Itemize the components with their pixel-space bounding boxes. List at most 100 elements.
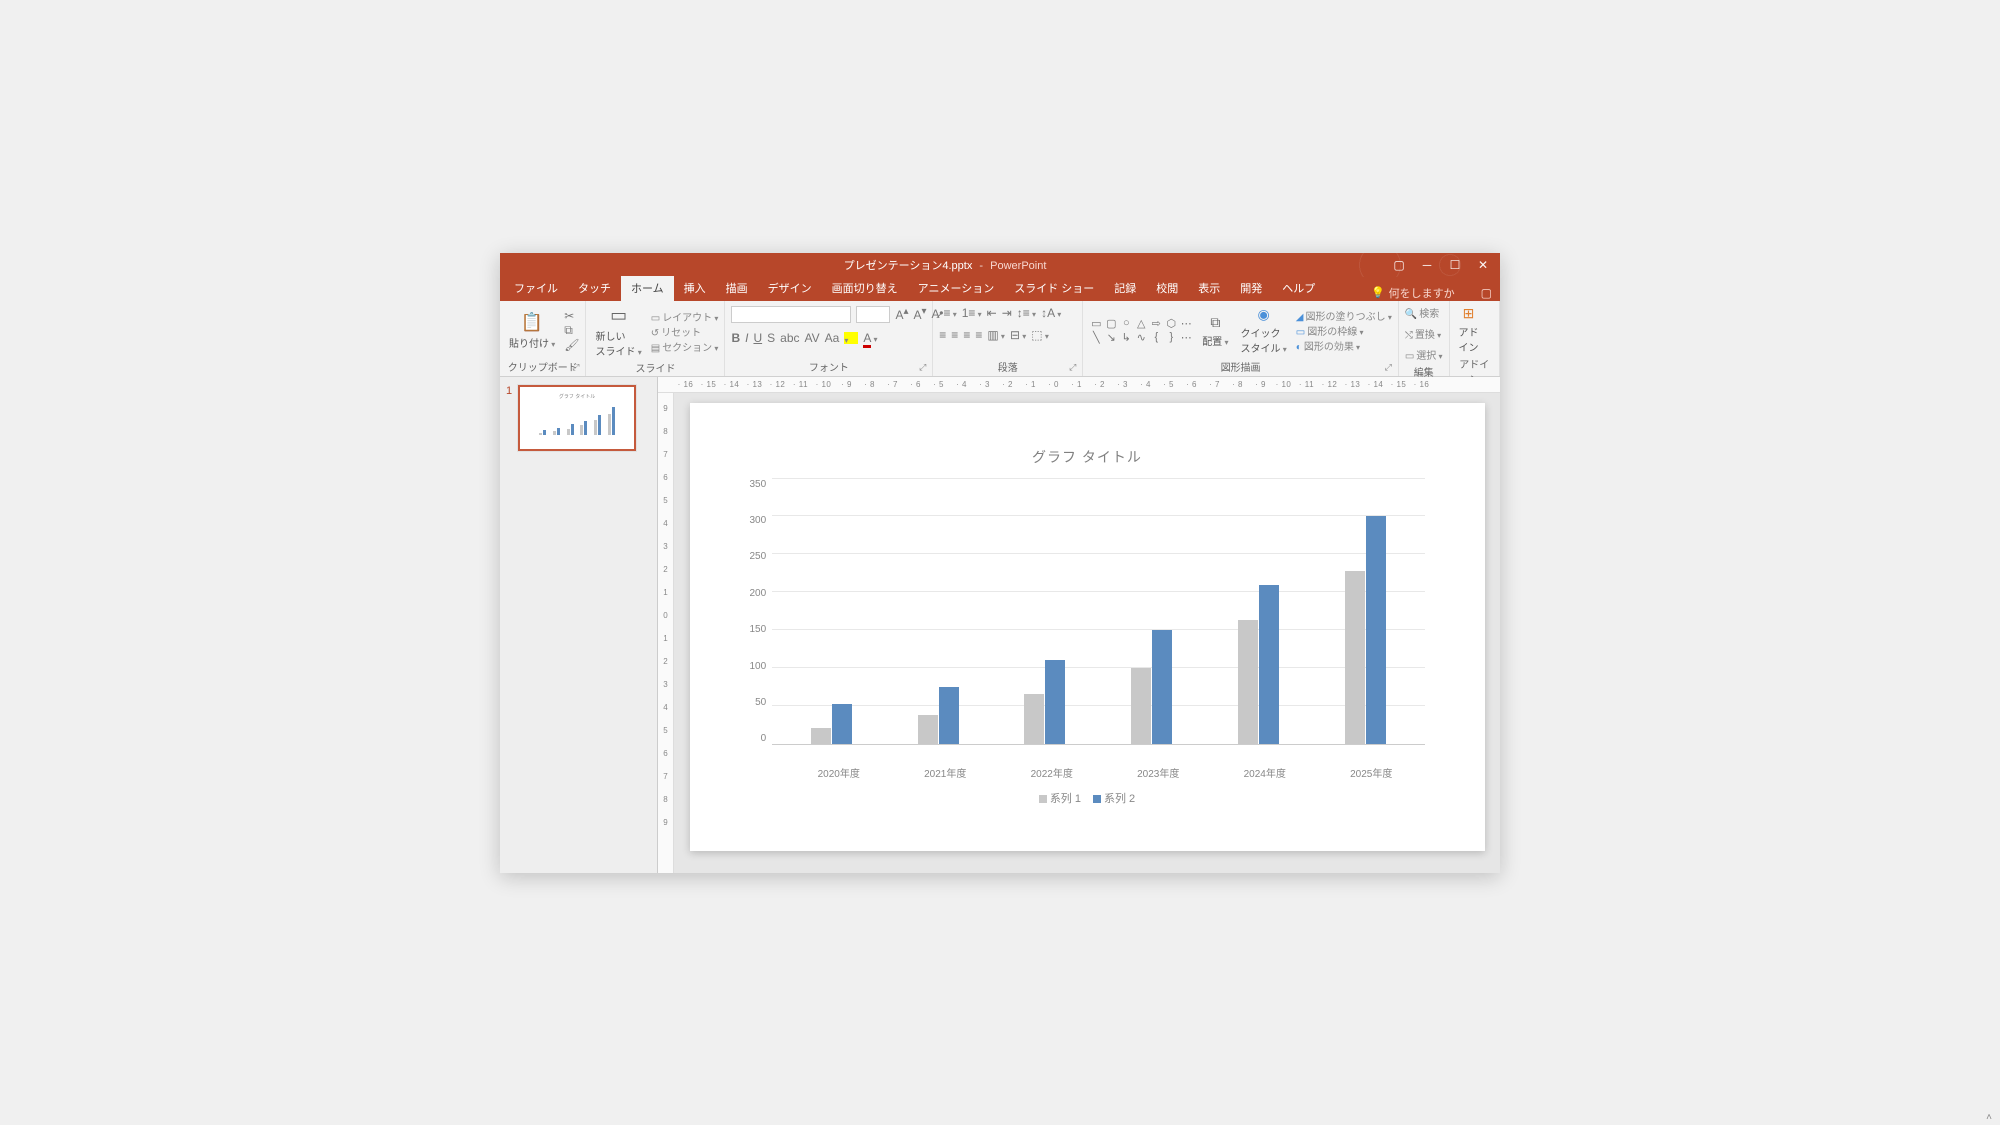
shape-rbrace-icon[interactable]: }	[1164, 331, 1178, 344]
text-direction-icon[interactable]: ↕A	[1041, 306, 1061, 320]
arrange-icon: ⧉	[1210, 314, 1220, 331]
tab-developer[interactable]: 開発	[1230, 276, 1272, 301]
slide-canvas[interactable]: グラフ タイトル 350300250200150100500 2020年度202…	[690, 403, 1485, 851]
underline-icon[interactable]: U	[753, 331, 762, 345]
share-icon[interactable]: ▢	[1481, 286, 1492, 300]
workspace: 1 グラフ タイトル · 16 · 15 · 14 · 13 · 12 · 11…	[500, 377, 1500, 873]
shape-fill-button[interactable]: ◢図形の塗りつぶし	[1296, 308, 1392, 323]
columns-icon[interactable]: ▥	[987, 328, 1005, 342]
replace-button[interactable]: ⤭置換	[1405, 326, 1441, 341]
shape-rrect-icon[interactable]: ▢	[1104, 317, 1118, 330]
ribbon-group-paragraph: •≡ 1≡ ⇤ ⇥ ↕≡ ↕A ≡ ≡ ≡ ≡ ▥ ⊟ ⬚ 段落⤢	[933, 301, 1083, 376]
convert-smartart-icon[interactable]: ⬚	[1031, 328, 1049, 342]
font-size-combo[interactable]	[856, 306, 890, 323]
font-color-icon[interactable]: A	[863, 331, 877, 345]
section-button[interactable]: ▤セクション	[651, 339, 719, 354]
close-icon[interactable]: ✕	[1476, 258, 1490, 272]
tab-home[interactable]: ホーム	[621, 276, 674, 301]
line-spacing-icon[interactable]: ↕≡	[1017, 306, 1036, 320]
tab-view[interactable]: 表示	[1188, 276, 1230, 301]
tab-file[interactable]: ファイル	[504, 276, 568, 301]
align-left-icon[interactable]: ≡	[939, 328, 946, 342]
copy-icon[interactable]: ⧉	[564, 323, 579, 338]
align-right-icon[interactable]: ≡	[963, 328, 970, 342]
find-button[interactable]: 🔍検索	[1405, 305, 1439, 320]
bullets-icon[interactable]: •≡	[939, 306, 956, 320]
layout-button[interactable]: ▭レイアウト	[651, 309, 719, 324]
bar	[1131, 668, 1151, 744]
shapes-gallery[interactable]: ▭▢○△⇨⬡⋯ ╲↘↳∿{}⋯	[1089, 317, 1193, 344]
shape-curve-icon[interactable]: ∿	[1134, 331, 1148, 344]
slide-area[interactable]: グラフ タイトル 350300250200150100500 2020年度202…	[674, 393, 1500, 873]
bar	[1259, 585, 1279, 744]
drawing-dialog-icon[interactable]: ⤢	[1385, 362, 1392, 373]
shape-tri-icon[interactable]: △	[1134, 317, 1148, 330]
shape-more1-icon[interactable]: ⋯	[1179, 317, 1193, 330]
shape-more2-icon[interactable]: ⋯	[1179, 331, 1193, 344]
format-painter-icon[interactable]: 🖌	[564, 338, 579, 352]
lightbulb-icon: 💡	[1371, 286, 1385, 299]
char-spacing-icon[interactable]: AV	[805, 331, 820, 345]
shape-conn-icon[interactable]: ↳	[1119, 331, 1133, 344]
tab-animations[interactable]: アニメーション	[908, 276, 1005, 301]
shape-hex-icon[interactable]: ⬡	[1164, 317, 1178, 330]
reset-button[interactable]: ↺リセット	[651, 324, 719, 339]
slide-thumbnail-1[interactable]: グラフ タイトル	[518, 385, 636, 451]
tab-slideshow[interactable]: スライド ショー	[1004, 276, 1104, 301]
clipboard-dialog-icon[interactable]: ⤢	[572, 362, 579, 373]
decrease-indent-icon[interactable]: ⇤	[987, 306, 997, 320]
addins-button[interactable]: ⊞ アド イン	[1456, 305, 1482, 354]
shape-effects-button[interactable]: ◐図形の効果	[1296, 338, 1392, 353]
strikethrough-icon[interactable]: S	[767, 331, 775, 345]
legend-item: 系列 2	[1093, 793, 1135, 805]
increase-indent-icon[interactable]: ⇥	[1002, 306, 1012, 320]
bold-icon[interactable]: B	[731, 331, 740, 345]
bar	[939, 687, 959, 744]
app-name: PowerPoint	[990, 260, 1046, 272]
justify-icon[interactable]: ≡	[975, 328, 982, 342]
align-text-icon[interactable]: ⊟	[1010, 328, 1026, 342]
title-text: プレゼンテーション4.pptx - PowerPoint	[508, 257, 1382, 273]
shape-oval-icon[interactable]: ○	[1119, 317, 1133, 330]
shape-arrow-icon[interactable]: ⇨	[1149, 317, 1163, 330]
tab-transitions[interactable]: 画面切り替え	[822, 276, 908, 301]
quick-styles-button[interactable]: ◉ クイック スタイル	[1238, 306, 1290, 355]
maximize-icon[interactable]: ☐	[1448, 258, 1462, 272]
tab-review[interactable]: 校閲	[1146, 276, 1188, 301]
tab-insert[interactable]: 挿入	[674, 276, 716, 301]
tab-draw[interactable]: 描画	[716, 276, 758, 301]
increase-font-icon[interactable]: A▴	[895, 306, 908, 322]
tell-me-search[interactable]: 💡 何をしますか	[1371, 285, 1455, 301]
select-button[interactable]: ▭選択	[1405, 347, 1443, 362]
paragraph-dialog-icon[interactable]: ⤢	[1069, 362, 1076, 373]
editor-area: · 16 · 15 · 14 · 13 · 12 · 11 · 10 · 9 ·…	[658, 377, 1500, 873]
window-controls: ▢ ─ ☐ ✕	[1382, 258, 1500, 272]
shape-rect-icon[interactable]: ▭	[1089, 317, 1103, 330]
arrange-button[interactable]: ⧉ 配置	[1199, 314, 1231, 348]
shape-lbrace-icon[interactable]: {	[1149, 331, 1163, 344]
slide-thumbnails-panel: 1 グラフ タイトル	[500, 377, 658, 873]
numbering-icon[interactable]: 1≡	[962, 306, 982, 320]
tab-record[interactable]: 記録	[1104, 276, 1146, 301]
change-case-icon[interactable]: Aa	[825, 331, 840, 345]
bar	[1152, 630, 1172, 744]
minimize-icon[interactable]: ─	[1420, 258, 1434, 272]
shape-outline-button[interactable]: ▭図形の枠線	[1296, 323, 1392, 338]
font-family-combo[interactable]	[731, 306, 851, 323]
ribbon-display-icon[interactable]: ▢	[1392, 258, 1406, 272]
tab-design[interactable]: デザイン	[758, 276, 822, 301]
new-slide-button[interactable]: ▭ 新しい スライド	[592, 305, 644, 358]
shape-line-icon[interactable]: ╲	[1089, 331, 1103, 344]
bar	[1366, 516, 1386, 743]
align-center-icon[interactable]: ≡	[951, 328, 958, 342]
highlight-icon[interactable]	[844, 332, 858, 344]
paste-button[interactable]: 📋 貼り付け	[506, 312, 558, 350]
shape-arrow2-icon[interactable]: ↘	[1104, 331, 1118, 344]
shadow-icon[interactable]: abc	[780, 331, 799, 345]
tab-touch[interactable]: タッチ	[568, 276, 621, 301]
cut-icon[interactable]: ✂	[564, 309, 579, 323]
tab-help[interactable]: ヘルプ	[1272, 276, 1325, 301]
italic-icon[interactable]: I	[745, 331, 748, 345]
decrease-font-icon[interactable]: A▾	[913, 306, 926, 322]
font-dialog-icon[interactable]: ⤢	[919, 362, 926, 373]
